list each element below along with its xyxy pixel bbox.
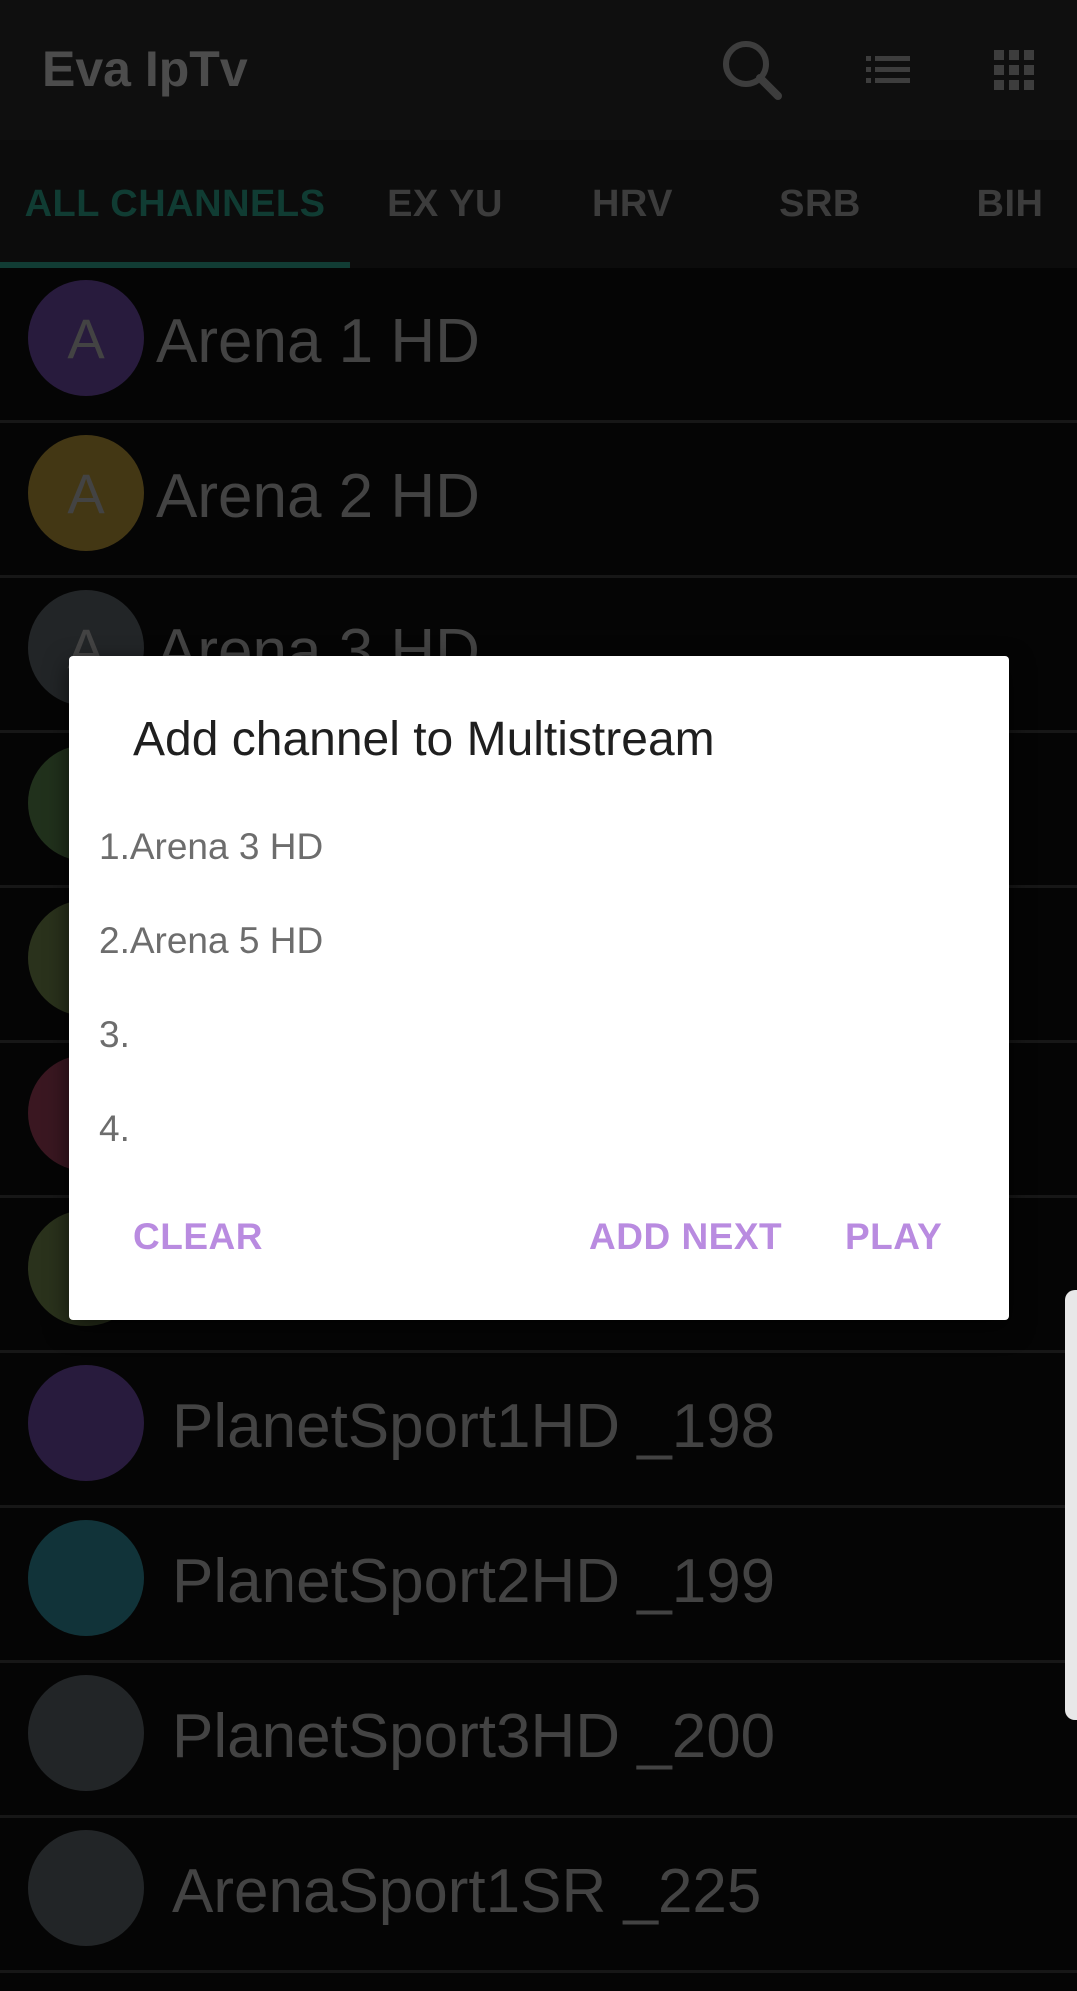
add-next-button[interactable]: ADD NEXT <box>589 1216 782 1258</box>
multistream-slot-4: 4. <box>99 1108 130 1149</box>
app-root: Eva IpTv ALL CHANNELS EX YU HRV SRB BIH … <box>0 0 1077 1991</box>
multistream-slot-1: 1.Arena 3 HD <box>99 826 324 867</box>
multistream-slot-3: 3. <box>99 1014 130 1055</box>
dialog-title: Add channel to Multistream <box>133 713 715 766</box>
multistream-dialog: Add channel to Multistream 1.Arena 3 HD … <box>69 656 1009 1320</box>
play-button[interactable]: PLAY <box>845 1216 942 1258</box>
fast-scroll-handle[interactable] <box>1065 1290 1077 1720</box>
multistream-slot-2: 2.Arena 5 HD <box>99 920 324 961</box>
clear-button[interactable]: CLEAR <box>133 1216 263 1258</box>
